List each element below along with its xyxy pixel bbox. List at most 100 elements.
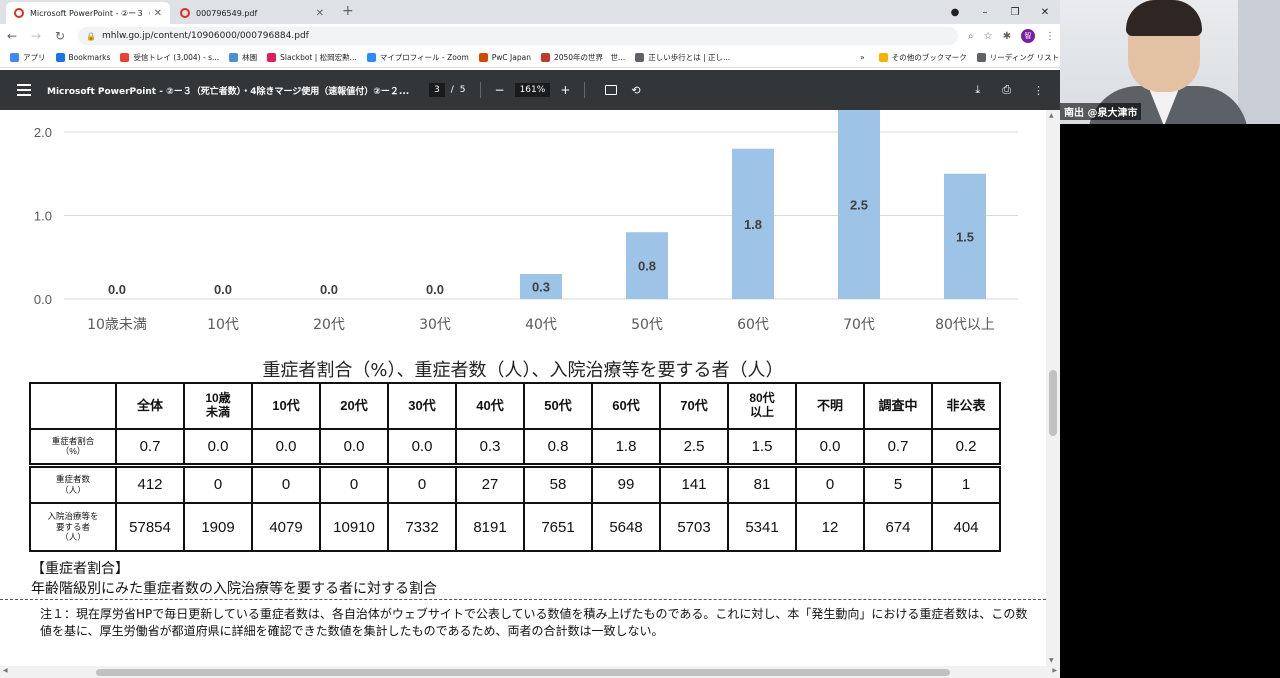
bookmark-item[interactable]: »	[860, 53, 865, 62]
bookmark-favicon-icon	[478, 53, 488, 62]
table-cell: 5703	[659, 502, 729, 552]
minimize-button[interactable]: –	[970, 7, 1000, 18]
scroll-left-icon[interactable]: ◀	[3, 667, 8, 674]
profile-avatar[interactable]: 智	[1020, 29, 1035, 43]
scroll-right-icon[interactable]: ▶	[1052, 667, 1057, 674]
horizontal-scrollbar[interactable]: ◀ ▶	[0, 666, 1060, 678]
x-tick-label: 20代	[313, 317, 345, 333]
browser-menu-icon[interactable]: ⋮	[1045, 31, 1055, 42]
pdf-title: Microsoft PowerPoint - ②ー３（死亡者数）・4除きマージ使…	[47, 86, 410, 97]
row-label: 重症者割合 （%）	[29, 428, 117, 466]
table-cell: 99	[591, 462, 661, 504]
new-tab-button[interactable]: +	[342, 3, 354, 19]
bookmark-item[interactable]: アプリ	[10, 52, 46, 63]
back-icon[interactable]: ←	[0, 29, 24, 43]
bookmark-favicon-icon	[10, 53, 19, 62]
data-label: 0.0	[426, 282, 444, 297]
print-icon[interactable]: ⎙	[1002, 83, 1011, 97]
table-cell: 5341	[727, 502, 797, 552]
scroll-up-icon[interactable]: ▲	[1049, 112, 1054, 119]
y-tick-label: 1.0	[34, 209, 52, 224]
pdf-viewport: 0.0 1.0 2.0 0.0 10歳未満 0.0 10代 0.0 20代 0.0 30代 0.3 40…	[0, 110, 1046, 666]
bookmark-label: 正しい歩行とは | 正し...	[648, 53, 731, 62]
data-label: 1.5	[956, 229, 974, 244]
table-cell: 4079	[251, 502, 321, 552]
bookmark-item[interactable]: 正しい歩行とは | 正し...	[635, 52, 730, 63]
bookmark-label: その他のブックマーク	[891, 53, 967, 62]
table-cell: 0.2	[931, 428, 1001, 466]
participant-name: 南出 @泉大津市	[1060, 103, 1142, 120]
fit-page-icon[interactable]	[605, 85, 618, 95]
bookmark-item[interactable]: PwC Japan	[478, 53, 531, 62]
reload-icon[interactable]: ↻	[48, 29, 72, 43]
video-empty-area	[1060, 124, 1280, 678]
forward-icon[interactable]: →	[24, 29, 48, 43]
table-cell: 58	[523, 462, 593, 504]
bookmark-label: Bookmarks	[68, 53, 111, 62]
bookmark-item[interactable]: マイプロフィール - Zoom	[366, 52, 469, 63]
lock-icon: 🔒	[86, 31, 96, 41]
bookmark-item[interactable]: その他のブックマーク	[878, 52, 967, 63]
scroll-thumb[interactable]	[96, 669, 950, 676]
x-tick-label: 10歳未満	[87, 317, 147, 333]
table-cell: 0.7	[863, 428, 933, 466]
bookmark-item[interactable]: Slackbot | 松岡宏勲...	[267, 52, 357, 63]
bookmark-item[interactable]: Bookmarks	[55, 53, 111, 62]
bookmark-item[interactable]: リーディング リスト	[976, 52, 1059, 63]
more-options-icon[interactable]: ⋮	[1033, 84, 1044, 97]
column-header: 70代	[659, 382, 729, 430]
bookmark-favicon-icon	[540, 53, 550, 62]
rotate-icon[interactable]: ⟲	[631, 84, 640, 97]
table-cell: 0	[795, 462, 865, 504]
table-cell: 412	[115, 462, 185, 504]
x-tick-label: 10代	[207, 317, 239, 333]
zoom-in-button[interactable]: +	[560, 83, 570, 97]
close-window-button[interactable]: ✕	[1030, 7, 1060, 18]
tab-pdf[interactable]: 000796549.pdf ✕	[172, 2, 332, 24]
bookmark-item[interactable]: 2050年の世界 世...	[540, 52, 625, 63]
url-field[interactable]: 🔒 mhlw.go.jp/content/10906000/000796884.…	[78, 27, 958, 45]
table-row: 重症者数 （人） 412 0 0 0 0 27 58 99 141 81 0 5 1	[29, 462, 1001, 504]
menu-icon[interactable]	[17, 84, 31, 96]
page-total: 5	[459, 85, 466, 95]
table-cell: 0.0	[183, 428, 253, 466]
x-tick-label: 70代	[843, 317, 875, 333]
zoom-lens-icon[interactable]: ⌕	[968, 31, 974, 42]
data-table: 全体 10歳 未満 10代 20代 30代 40代 50代 60代 70代 80代 以上 不明 調査中…	[29, 382, 1001, 552]
toolbar-divider	[479, 82, 481, 98]
table-cell: 0	[251, 462, 321, 504]
vertical-scrollbar[interactable]: ▲ ▼	[1046, 110, 1060, 666]
bookmark-favicon-icon	[976, 53, 986, 62]
table-cell: 8191	[455, 502, 525, 552]
x-tick-label: 60代	[737, 317, 769, 333]
y-tick-label: 0.0	[34, 292, 52, 307]
data-label: 0.8	[638, 259, 656, 274]
page-number-input[interactable]: 3	[429, 83, 445, 97]
bookmark-favicon-icon	[878, 53, 888, 62]
zoom-input[interactable]: 161%	[514, 83, 551, 97]
bookmark-label: マイプロフィール - Zoom	[379, 53, 469, 62]
bookmark-item[interactable]: 林園	[229, 52, 257, 63]
tab-close-icon[interactable]: ✕	[154, 8, 162, 19]
restore-button[interactable]: ❐	[1000, 7, 1030, 18]
bookmark-favicon-icon	[366, 53, 376, 62]
zoom-out-button[interactable]: −	[495, 83, 505, 97]
table-cell: 141	[659, 462, 729, 504]
tab-powerpoint[interactable]: Microsoft PowerPoint - ②ー３（ ✕	[6, 2, 170, 24]
tab-close-icon[interactable]: ✕	[316, 8, 324, 19]
table-cell: 57854	[115, 502, 185, 552]
extensions-icon[interactable]: ✱	[1003, 31, 1011, 42]
scroll-down-icon[interactable]: ▼	[1049, 657, 1054, 664]
data-label: 0.0	[108, 282, 126, 297]
table-cell: 0.0	[251, 428, 321, 466]
download-icon[interactable]: ⤓	[975, 83, 980, 97]
media-control-icon[interactable]: ●	[940, 7, 970, 18]
bookmark-star-icon[interactable]: ☆	[984, 31, 993, 42]
data-label: 2.5	[850, 198, 868, 213]
column-header: 調査中	[863, 382, 933, 430]
scroll-thumb[interactable]	[1049, 370, 1057, 436]
bookmark-item[interactable]: 受信トレイ (3,004) - s...	[120, 52, 219, 63]
page-separator: /	[450, 85, 454, 95]
data-label: 0.0	[214, 282, 232, 297]
data-label: 0.3	[532, 279, 550, 294]
